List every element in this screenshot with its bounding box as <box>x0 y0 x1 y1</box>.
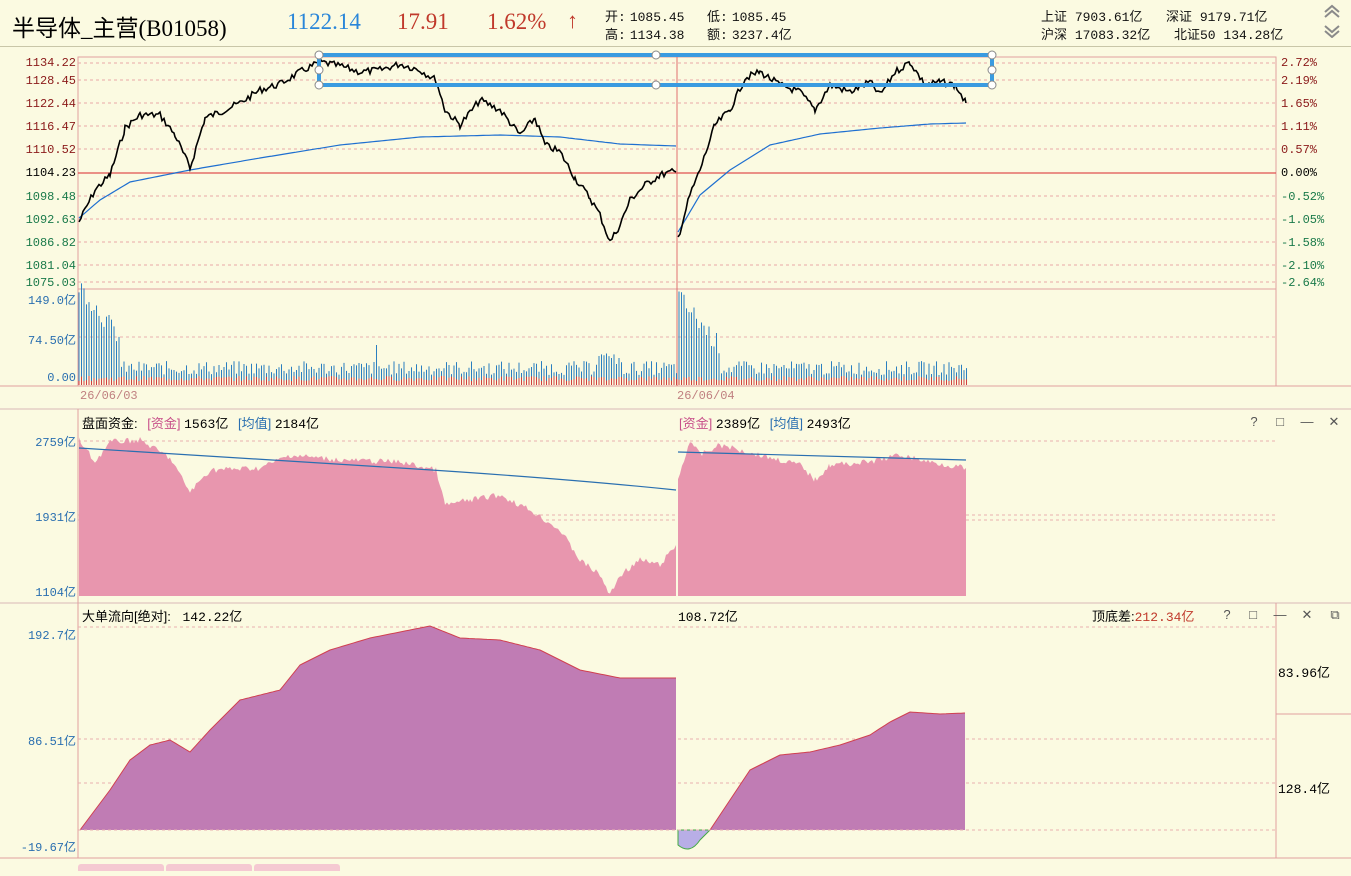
price-tick: 1075.03 <box>25 276 76 290</box>
resize-handle[interactable] <box>314 65 324 75</box>
pct-tick: -1.05% <box>1281 213 1325 227</box>
pct-tick: -2.10% <box>1281 259 1325 273</box>
negative-flow-area <box>677 829 712 850</box>
flow-right-tick: 83.96亿 <box>1278 666 1331 681</box>
pct-tick: -0.52% <box>1281 190 1325 204</box>
pct-tick: 1.65% <box>1281 97 1318 111</box>
instrument-title: 半导体_主营(B01058) <box>12 16 227 41</box>
pct-tick: 1.11% <box>1281 120 1318 134</box>
pct-tick: 2.19% <box>1281 74 1318 88</box>
minimize-icon[interactable]: — <box>1273 608 1287 622</box>
price-tick: 1116.47 <box>25 120 76 134</box>
volume-tick: 0.00 <box>47 371 76 385</box>
fund-tick: 2759亿 <box>35 436 76 450</box>
price-tick: 1092.63 <box>25 213 76 227</box>
resize-handle[interactable] <box>314 80 324 90</box>
flow-day2-value: 108.72亿 <box>678 610 738 625</box>
pct-tick: -1.58% <box>1281 236 1325 250</box>
price-tick: 1128.45 <box>25 74 76 88</box>
index-shenzhen: 深证 9179.71亿 <box>1166 10 1268 25</box>
top-bottom-diff: 顶底差:212.34亿 <box>1092 609 1195 625</box>
resize-handle[interactable] <box>314 50 324 60</box>
pct-tick: 0.57% <box>1281 143 1318 157</box>
flow-panel-title: 大单流向[绝对]: 142.22亿 <box>82 609 243 625</box>
close-icon[interactable]: ✕ <box>1327 415 1341 429</box>
pct-tick: -2.64% <box>1281 276 1325 290</box>
date-label: 26/06/04 <box>677 389 735 403</box>
bottom-tab-strip[interactable] <box>78 858 348 871</box>
resize-handle[interactable] <box>987 50 997 60</box>
resize-handle[interactable] <box>987 80 997 90</box>
flow-tick: -19.67亿 <box>20 841 76 855</box>
last-price: 1122.14 <box>287 9 361 34</box>
help-icon[interactable]: ? <box>1247 415 1261 429</box>
flow-tick: 86.51亿 <box>27 735 76 749</box>
price-tick: 1098.48 <box>25 190 76 204</box>
volume-tick: 74.50亿 <box>27 334 76 348</box>
average-price-line <box>78 122 967 233</box>
up-arrow-icon: ↑ <box>567 8 578 33</box>
volume-bars <box>78 283 967 385</box>
help-icon[interactable]: ? <box>1220 608 1234 622</box>
chart-canvas[interactable] <box>0 0 1351 865</box>
flow-right-tick: 128.4亿 <box>1278 782 1331 797</box>
price-tick: 1081.04 <box>25 259 76 273</box>
scroll-down-icon[interactable] <box>1322 24 1342 39</box>
fund-panel-day2: [资金] 2389亿 [均值] 2493亿 <box>679 416 851 432</box>
minimize-icon[interactable]: — <box>1300 415 1314 429</box>
pct-tick: 0.00% <box>1281 166 1318 180</box>
pct-tick: 2.72% <box>1281 56 1318 70</box>
maximize-icon[interactable]: □ <box>1273 415 1287 429</box>
maximize-icon[interactable]: □ <box>1246 608 1260 622</box>
volume-tick: 149.0亿 <box>27 294 76 308</box>
price-tick: 1110.52 <box>25 143 76 157</box>
price-change-pct: 1.62% <box>487 9 547 34</box>
fund-tick: 1931亿 <box>35 511 76 525</box>
open-stat: 开: 1085.45 <box>605 10 685 25</box>
resize-handle[interactable] <box>651 50 661 60</box>
resize-handle[interactable] <box>987 65 997 75</box>
low-stat: 低: 1085.45 <box>707 10 787 25</box>
restore-icon[interactable]: ⧉ <box>1328 608 1342 622</box>
fund-panel-title: 盘面资金: [资金] 1563亿 [均值] 2184亿 <box>82 416 320 432</box>
index-beizheng50: 北证50 134.28亿 <box>1174 28 1284 43</box>
quote-header: 半导体_主营(B01058) 1122.14 17.91 1.62% ↑ 开: 1… <box>0 0 1351 47</box>
index-hushen: 沪深 17083.32亿 <box>1041 28 1151 43</box>
close-icon[interactable]: ✕ <box>1300 608 1314 622</box>
date-label: 26/06/03 <box>80 389 138 403</box>
scroll-up-icon[interactable] <box>1322 4 1342 18</box>
index-shanghai: 上证 7903.61亿 <box>1041 10 1143 25</box>
price-tick: 1134.22 <box>25 56 76 70</box>
flow-tick: 192.7亿 <box>27 629 76 643</box>
fund-tick: 1104亿 <box>35 586 76 600</box>
price-change: 17.91 <box>397 9 449 34</box>
price-tick: 1104.23 <box>25 166 76 180</box>
resize-handle[interactable] <box>651 80 661 90</box>
price-tick: 1122.44 <box>25 97 76 111</box>
high-stat: 高: 1134.38 <box>605 28 685 43</box>
price-tick: 1086.82 <box>25 236 76 250</box>
amount-stat: 额: 3237.4亿 <box>707 28 792 43</box>
